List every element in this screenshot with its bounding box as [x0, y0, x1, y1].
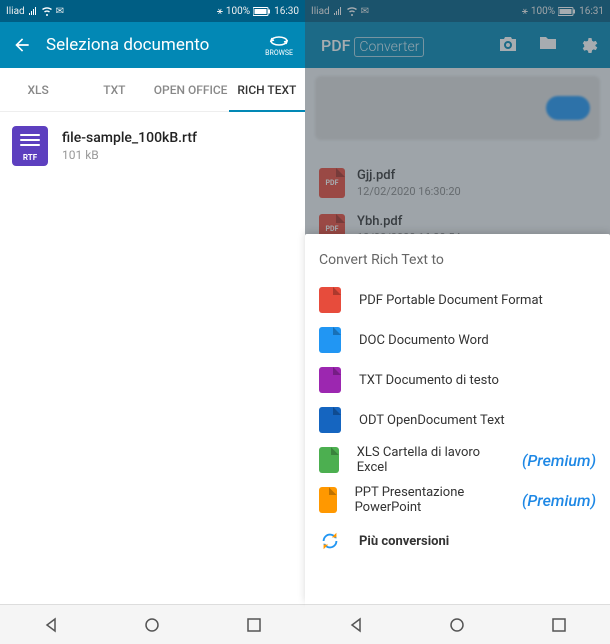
more-conversions-row[interactable]: Più conversioni	[305, 520, 610, 562]
rtf-file-icon: RTF	[12, 126, 48, 166]
convert-option[interactable]: XLS Cartella di lavoro Excel (Premium)	[305, 440, 610, 480]
nav-back-icon[interactable]	[346, 615, 366, 635]
browse-label: BROWSE	[265, 49, 293, 57]
convert-option-label: ODT OpenDocument Text	[359, 413, 505, 428]
browse-icon[interactable]: BROWSE	[265, 34, 293, 57]
carrier-label: Iliad	[6, 6, 25, 17]
convert-option[interactable]: DOC Documento Word	[305, 320, 610, 360]
clock-label: 16:30	[274, 6, 299, 17]
convert-option[interactable]: PPT Presentazione PowerPoint (Premium)	[305, 480, 610, 520]
file-row[interactable]: RTF file-sample_100kB.rtf 101 kB	[0, 112, 305, 180]
convert-option-label: DOC Documento Word	[359, 333, 489, 348]
file-type-icon	[319, 487, 337, 513]
convert-option-label: TXT Documento di testo	[359, 373, 499, 388]
file-type-icon	[319, 327, 341, 353]
convert-sheet: Convert Rich Text to PDF Portable Docume…	[305, 234, 610, 604]
tab-txt[interactable]: TXT	[76, 68, 152, 111]
more-conversions-label: Più conversioni	[359, 534, 449, 549]
sheet-title: Convert Rich Text to	[305, 234, 610, 280]
convert-option-label: XLS Cartella di lavoro Excel	[357, 445, 498, 475]
nav-home-icon[interactable]	[447, 615, 467, 635]
tabs: XLS TXT OPEN OFFICE RICH TEXT	[0, 68, 305, 112]
convert-option[interactable]: TXT Documento di testo	[305, 360, 610, 400]
premium-badge: (Premium)	[522, 491, 596, 510]
convert-option[interactable]: ODT OpenDocument Text	[305, 400, 610, 440]
nav-bar	[305, 604, 610, 644]
convert-option[interactable]: PDF Portable Document Format	[305, 280, 610, 320]
convert-option-label: PPT Presentazione PowerPoint	[355, 485, 498, 515]
page-title: Seleziona documento	[46, 35, 265, 55]
nav-recent-icon[interactable]	[244, 615, 264, 635]
nav-recent-icon[interactable]	[549, 615, 569, 635]
back-icon[interactable]	[12, 35, 32, 55]
file-type-icon	[319, 407, 341, 433]
convert-option-label: PDF Portable Document Format	[359, 293, 543, 308]
battery-pct: 100%	[226, 6, 250, 17]
nav-back-icon[interactable]	[41, 615, 61, 635]
bluetooth-icon: ⚹	[217, 6, 223, 17]
mail-icon: ✉	[56, 6, 64, 17]
file-type-icon	[319, 367, 341, 393]
file-size: 101 kB	[62, 148, 197, 162]
tab-rich-text[interactable]: RICH TEXT	[229, 68, 305, 111]
file-type-icon	[319, 287, 341, 313]
file-type-icon	[319, 447, 339, 473]
phone-left: Iliad ✉ ⚹ 100% 16:30 Seleziona documento…	[0, 0, 305, 644]
signal-icon	[28, 6, 38, 16]
wifi-icon	[41, 6, 53, 16]
refresh-icon	[319, 530, 341, 552]
nav-home-icon[interactable]	[142, 615, 162, 635]
tab-xls[interactable]: XLS	[0, 68, 76, 111]
battery-icon	[253, 7, 271, 16]
file-name: file-sample_100kB.rtf	[62, 130, 197, 146]
phone-right: Iliad ✉ ⚹ 100% 16:31 PDF Converter	[305, 0, 610, 644]
tab-open-office[interactable]: OPEN OFFICE	[153, 68, 229, 111]
premium-badge: (Premium)	[522, 451, 596, 470]
nav-bar	[0, 604, 305, 644]
app-bar: Seleziona documento BROWSE	[0, 22, 305, 68]
status-bar: Iliad ✉ ⚹ 100% 16:30	[0, 0, 305, 22]
